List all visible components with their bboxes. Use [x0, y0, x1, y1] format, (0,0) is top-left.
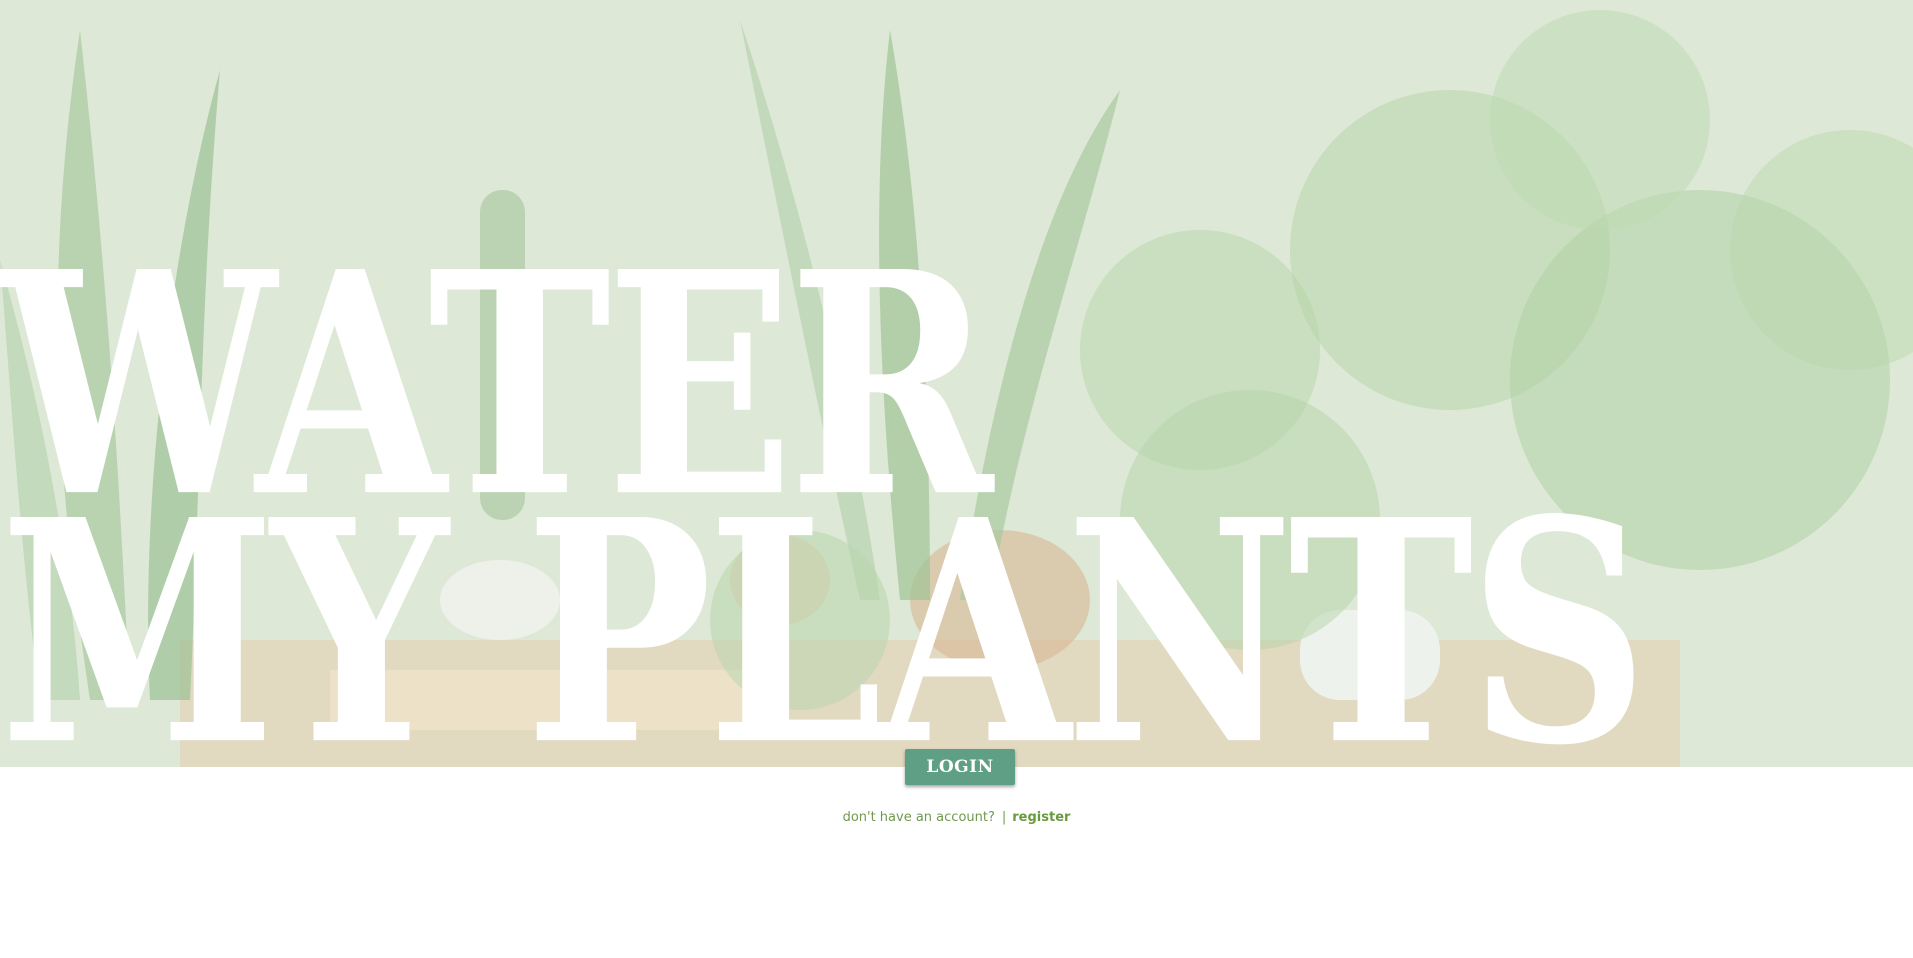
login-page: WATER MY PLANTS LOGIN don't have an acco… — [0, 0, 1913, 958]
register-link[interactable]: register — [1012, 810, 1070, 825]
register-prompt-row: don't have an account? | register — [0, 810, 1913, 825]
login-button[interactable]: LOGIN — [905, 749, 1015, 785]
plants-background-illustration — [0, 0, 1913, 767]
hero-plant-photo: WATER MY PLANTS — [0, 0, 1913, 767]
separator: | — [1001, 810, 1007, 825]
no-account-text: don't have an account? — [842, 810, 995, 825]
